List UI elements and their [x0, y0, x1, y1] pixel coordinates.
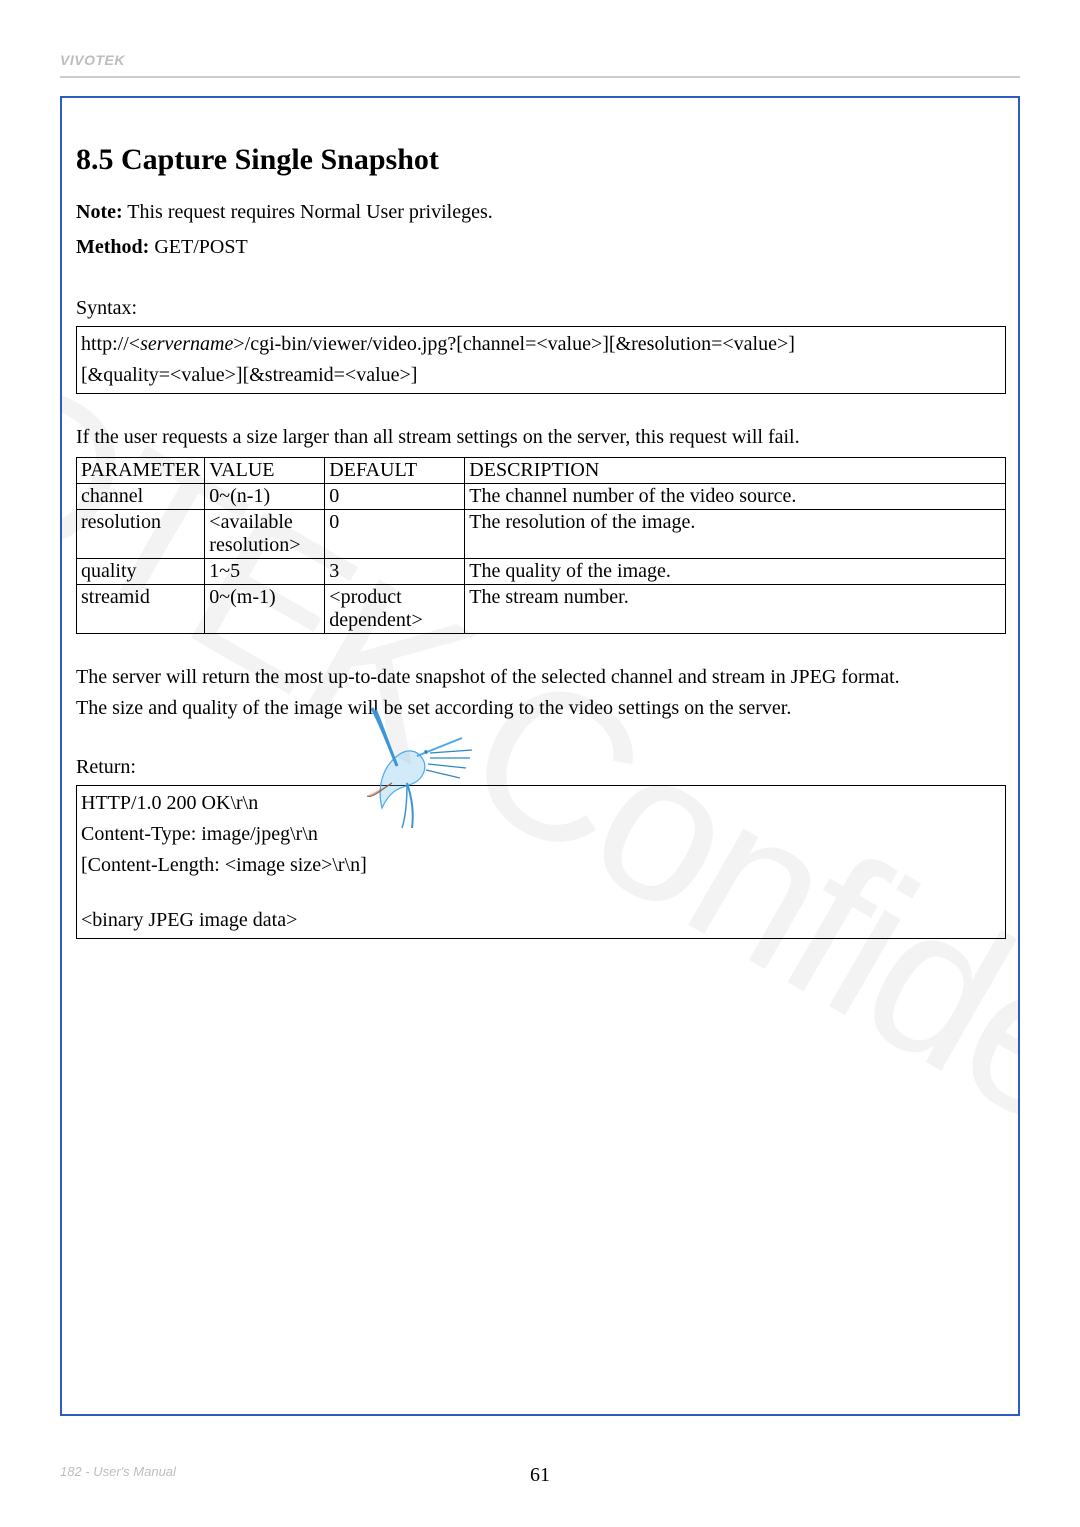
content-body: 8.5 Capture Single Snapshot Note: This r… [76, 143, 1006, 939]
table-row: streamid 0~(m-1) <product dependent> The… [77, 585, 1006, 634]
servername-placeholder: servername [140, 333, 233, 355]
table-row: channel 0~(n-1) 0 The channel number of … [77, 484, 1006, 510]
note-line: Note: This request requires Normal User … [76, 197, 1006, 228]
syntax-box: http://<servername>/cgi-bin/viewer/video… [76, 326, 1006, 394]
table-header-row: PARAMETER VALUE DEFAULT DESCRIPTION [77, 458, 1006, 484]
method-label: Method: [76, 236, 149, 258]
th-value: VALUE [205, 458, 325, 484]
return-label: Return: [76, 752, 1006, 783]
post-table-text-2: The size and quality of the image will b… [76, 693, 1006, 724]
table-row: resolution <available resolution> 0 The … [77, 510, 1006, 559]
pre-table-text: If the user requests a size larger than … [76, 422, 1006, 453]
return-line [81, 881, 1001, 905]
table-row: quality 1~5 3 The quality of the image. [77, 559, 1006, 585]
return-line: HTTP/1.0 200 OK\r\n [81, 788, 1001, 819]
header-bar: VIVOTEK [60, 52, 1020, 78]
footer-left: 182 - User's Manual [60, 1464, 176, 1479]
section-title: 8.5 Capture Single Snapshot [76, 143, 1006, 177]
note-label: Note: [76, 201, 123, 223]
syntax-line-1: http://<servername>/cgi-bin/viewer/video… [81, 329, 1001, 360]
syntax-label: Syntax: [76, 293, 1006, 324]
brand-logo: VIVOTEK [60, 52, 125, 68]
th-default: DEFAULT [325, 458, 465, 484]
return-line: <binary JPEG image data> [81, 905, 1001, 936]
parameters-table: PARAMETER VALUE DEFAULT DESCRIPTION chan… [76, 457, 1006, 634]
th-parameter: PARAMETER [77, 458, 205, 484]
footer: 182 - User's Manual 61 [60, 1464, 1020, 1479]
post-table-text-1: The server will return the most up-to-da… [76, 662, 1006, 693]
method-text: GET/POST [149, 236, 247, 258]
content-frame: VIVOTEK Confidential 8.5 Capt [60, 96, 1020, 1416]
note-text: This request requires Normal User privil… [123, 201, 493, 223]
return-box: HTTP/1.0 200 OK\r\n Content-Type: image/… [76, 785, 1006, 939]
method-line: Method: GET/POST [76, 232, 1006, 263]
return-line: Content-Type: image/jpeg\r\n [81, 819, 1001, 850]
syntax-line-2: [&quality=<value>][&streamid=<value>] [81, 360, 1001, 391]
footer-page-number: 61 [530, 1464, 550, 1487]
page: VIVOTEK VIVOTEK Confidential [0, 0, 1080, 1527]
return-line: [Content-Length: <image size>\r\n] [81, 850, 1001, 881]
th-description: DESCRIPTION [465, 458, 1006, 484]
